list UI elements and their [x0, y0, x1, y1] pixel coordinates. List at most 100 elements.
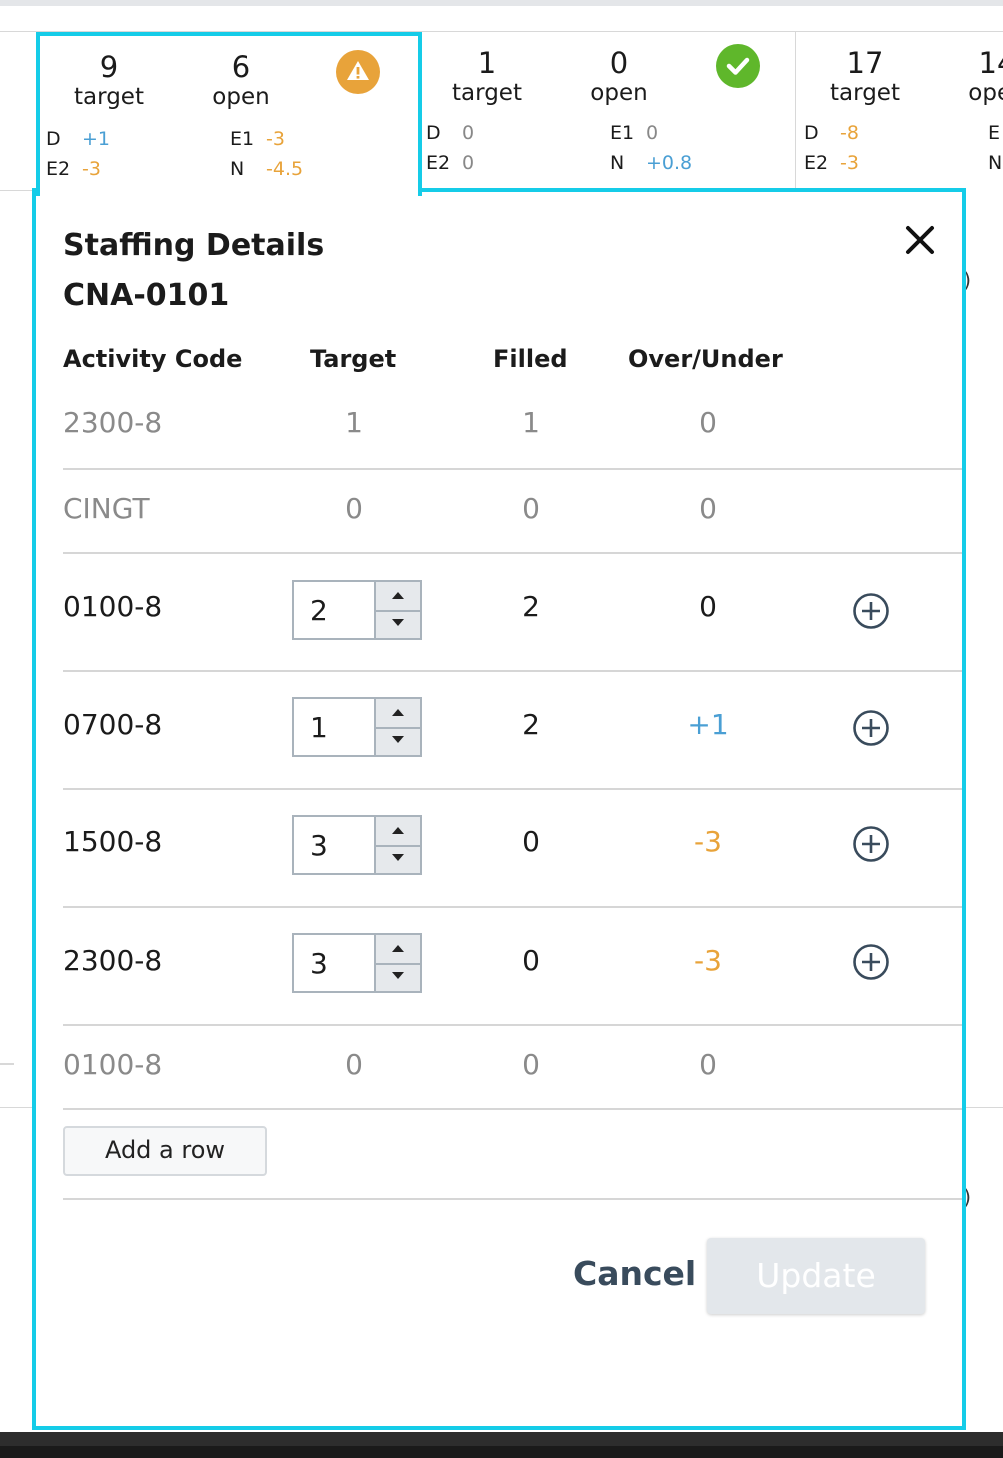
target-stepper[interactable]: 1	[292, 697, 422, 757]
target-count: 17	[846, 46, 884, 80]
bottom-bar	[0, 1432, 1003, 1458]
detail-e2: E2 -3	[804, 152, 859, 174]
target-value: 1	[345, 406, 363, 439]
activity-code: 1500-8	[63, 825, 163, 858]
decrement-button[interactable]	[376, 845, 420, 873]
filled-value: 0	[522, 944, 540, 977]
detail-d: D0	[426, 122, 475, 144]
target-count: 1	[477, 46, 497, 80]
over-under-value: 0	[699, 1048, 717, 1081]
open-stat: 14 open	[942, 46, 1003, 106]
open-stat: 6 open	[186, 50, 296, 110]
filled-value: 0	[522, 825, 540, 858]
table-row: 0100-8 0 0 0	[63, 1026, 962, 1110]
caret-down-icon	[392, 736, 404, 743]
staffing-tile-selected[interactable]: 9 target 6 open D +1 E1 -3 E2 -3 N -4.5	[36, 32, 422, 196]
over-under-value: 0	[699, 590, 717, 623]
target-input[interactable]: 2	[310, 594, 328, 627]
panel-title: Staffing Details	[63, 228, 325, 263]
decrement-button[interactable]	[376, 963, 420, 991]
target-value: 0	[345, 492, 363, 525]
plus-circle-icon	[853, 826, 889, 862]
activity-code: 0700-8	[63, 708, 163, 741]
detail-e1: E1 0	[610, 122, 659, 144]
table-row: CINGT 0 0 0	[63, 470, 962, 554]
check-icon	[716, 44, 760, 88]
column-header-activity-code: Activity Code	[63, 345, 243, 373]
column-header-target: Target	[310, 345, 397, 373]
caret-down-icon	[392, 619, 404, 626]
close-button[interactable]	[904, 224, 936, 256]
decrement-button[interactable]	[376, 610, 420, 638]
staffing-tile[interactable]: 17 target 14 open D-8 E E2-3 N	[796, 32, 1003, 189]
filled-value: 0	[522, 492, 540, 525]
activity-code: 0100-8	[63, 590, 163, 623]
target-stepper[interactable]: 3	[292, 933, 422, 993]
decrement-button[interactable]	[376, 727, 420, 755]
open-label: open	[590, 80, 648, 106]
table-row: 0700-8 1 2 +1	[63, 672, 962, 790]
over-under-value: 0	[699, 406, 717, 439]
target-stepper[interactable]: 3	[292, 815, 422, 875]
target-label: target	[452, 80, 522, 106]
plus-circle-icon	[853, 593, 889, 629]
target-input[interactable]: 3	[310, 947, 328, 980]
add-activity-button[interactable]	[852, 709, 890, 747]
target-value: 0	[345, 1048, 363, 1081]
target-stepper[interactable]: 2	[292, 580, 422, 640]
target-stat: 9 target	[54, 50, 164, 110]
table-row: 0100-8 2 2 0	[63, 554, 962, 672]
activity-code: 2300-8	[63, 944, 163, 977]
filled-value: 2	[522, 708, 540, 741]
target-stat: 1 target	[432, 46, 542, 106]
target-input[interactable]: 1	[310, 711, 328, 744]
table-row: 1500-8 3 0 -3	[63, 790, 962, 908]
target-stat: 17 target	[810, 46, 920, 106]
increment-button[interactable]	[376, 817, 420, 847]
open-count: 14	[978, 46, 1003, 80]
table-row: 2300-8 1 1 0	[63, 388, 962, 470]
caret-down-icon	[392, 854, 404, 861]
caret-up-icon	[392, 827, 404, 834]
add-activity-button[interactable]	[852, 825, 890, 863]
detail-d: D -8	[804, 122, 859, 144]
over-under-value: +1	[687, 708, 729, 741]
filled-value: 2	[522, 590, 540, 623]
add-row-button[interactable]: Add a row	[63, 1126, 267, 1176]
detail-e1: E1 -3	[230, 128, 285, 150]
footer-divider	[63, 1198, 962, 1200]
plus-circle-icon	[853, 710, 889, 746]
row-divider	[63, 1108, 962, 1110]
caret-up-icon	[392, 592, 404, 599]
panel-subtitle: CNA-0101	[63, 278, 230, 313]
detail-d: D +1	[46, 128, 111, 150]
background-fragment	[0, 1063, 14, 1065]
add-activity-button[interactable]	[852, 592, 890, 630]
increment-button[interactable]	[376, 582, 420, 612]
cancel-button[interactable]: Cancel	[573, 1254, 696, 1293]
over-under-value: -3	[694, 825, 722, 858]
activity-code: CINGT	[63, 492, 150, 525]
detail-n: N -4.5	[230, 158, 304, 180]
over-under-value: -3	[694, 944, 722, 977]
detail-e2: E2 -3	[46, 158, 101, 180]
table-row: 2300-8 3 0 -3	[63, 908, 962, 1026]
open-label: open	[968, 80, 1003, 106]
target-label: target	[74, 84, 144, 110]
detail-e2: E2 0	[426, 152, 475, 174]
increment-button[interactable]	[376, 699, 420, 729]
staffing-tile[interactable]: 1 target 0 open D0 E1 0 E2 0 N +0.8	[418, 32, 795, 189]
open-stat: 0 open	[564, 46, 674, 106]
target-input[interactable]: 3	[310, 829, 328, 862]
activity-code: 0100-8	[63, 1048, 163, 1081]
filled-value: 1	[522, 406, 540, 439]
open-label: open	[212, 84, 270, 110]
warning-icon	[336, 50, 380, 94]
staffing-details-panel: Staffing Details CNA-0101 Activity Code …	[32, 188, 966, 1430]
caret-up-icon	[392, 945, 404, 952]
add-activity-button[interactable]	[852, 943, 890, 981]
open-count: 6	[231, 50, 251, 84]
update-button[interactable]: Update	[707, 1238, 925, 1314]
increment-button[interactable]	[376, 935, 420, 965]
column-header-over-under: Over/Under	[628, 345, 783, 373]
